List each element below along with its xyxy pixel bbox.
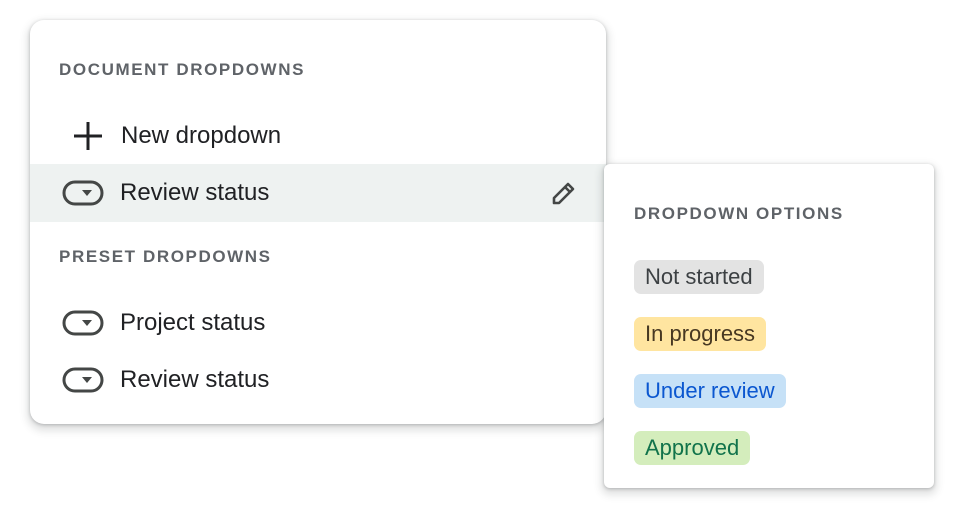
stage: DOCUMENT DROPDOWNS New dropdown Review s…	[0, 0, 968, 532]
option-chip-in-progress[interactable]: In progress	[634, 317, 767, 351]
dropdown-options-panel: DROPDOWN OPTIONS Not started In progress…	[604, 164, 934, 488]
new-dropdown-button[interactable]: New dropdown	[60, 107, 606, 165]
document-dropdowns-header: DOCUMENT DROPDOWNS	[59, 60, 306, 79]
dropdown-options-header: DROPDOWN OPTIONS	[634, 204, 844, 223]
preset-dropdown-item-review-status[interactable]: Review status	[30, 351, 606, 409]
dropdown-chip-icon	[61, 164, 105, 222]
preset-dropdown-label: Review status	[120, 366, 270, 393]
dropdown-menu: DOCUMENT DROPDOWNS New dropdown Review s…	[30, 20, 606, 424]
preset-dropdown-item-project-status[interactable]: Project status	[30, 294, 606, 352]
option-chip-not-started[interactable]: Not started	[634, 260, 764, 294]
pencil-icon[interactable]	[548, 177, 580, 209]
option-chip-under-review[interactable]: Under review	[634, 374, 786, 408]
option-chip-approved[interactable]: Approved	[634, 431, 751, 465]
document-dropdown-item-review-status[interactable]: Review status	[30, 164, 606, 222]
dropdown-chip-icon	[61, 351, 105, 409]
new-dropdown-label: New dropdown	[121, 122, 282, 149]
document-dropdown-label: Review status	[120, 179, 270, 206]
dropdown-chip-icon	[61, 294, 105, 352]
preset-dropdown-label: Project status	[120, 309, 266, 336]
plus-icon	[66, 107, 110, 165]
preset-dropdowns-header: PRESET DROPDOWNS	[59, 247, 272, 266]
